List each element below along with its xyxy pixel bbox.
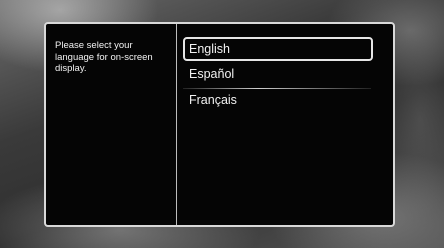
language-select-dialog: Please select your language for on-scree… [44, 22, 395, 227]
language-option-english[interactable]: English [183, 37, 373, 61]
language-option-francais[interactable]: Français [183, 89, 373, 113]
prompt-pane: Please select your language for on-scree… [46, 24, 177, 225]
language-option-espanol[interactable]: Español [183, 63, 373, 87]
prompt-text: Please select your language for on-scree… [55, 40, 153, 74]
language-options-list: English Español Français [177, 24, 393, 225]
